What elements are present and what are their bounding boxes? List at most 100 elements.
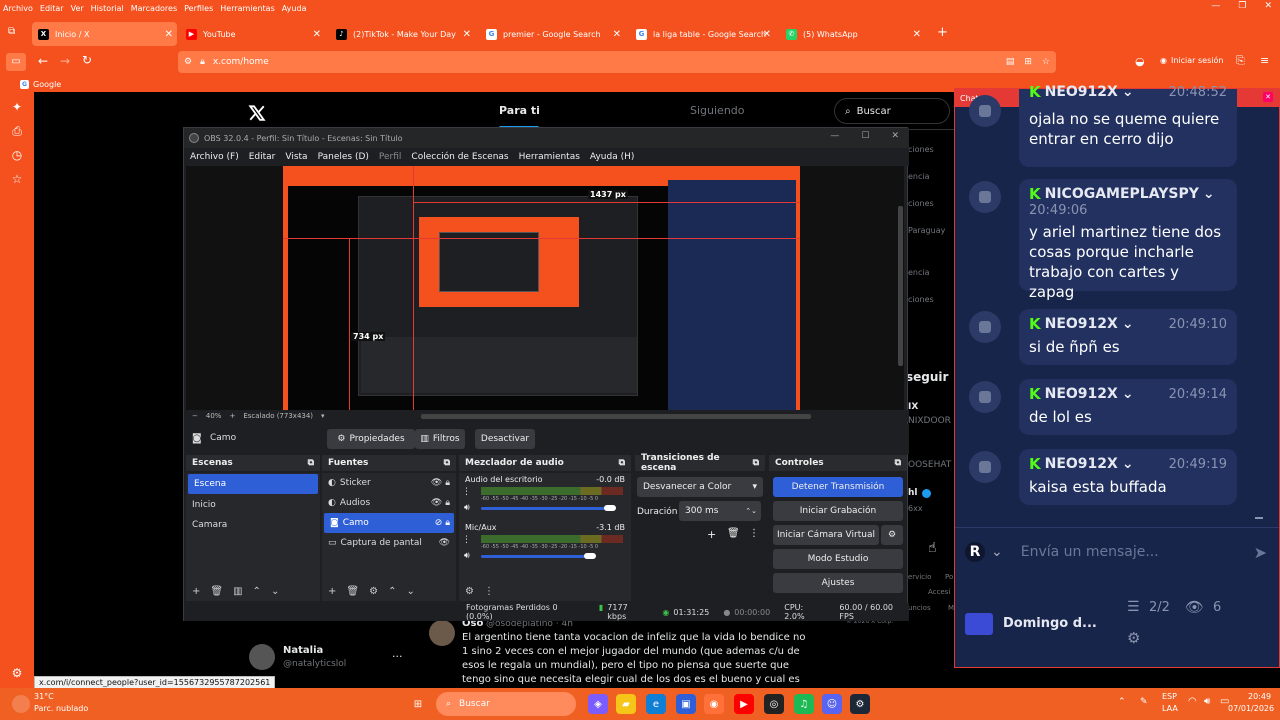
- search-box[interactable]: ⌕ Buscar: [834, 98, 950, 124]
- chevron-down-icon[interactable]: ⌄: [991, 544, 1003, 560]
- add-icon[interactable]: +: [192, 586, 200, 597]
- message-username[interactable]: NEO912X: [1045, 456, 1118, 472]
- history-icon[interactable]: ◷: [10, 148, 24, 162]
- filters-button[interactable]: ▥ Filtros: [415, 429, 465, 449]
- tab-tiktok[interactable]: ♪ (2)TikTok - Make Your Day ✕: [330, 22, 475, 46]
- footer-link[interactable]: ervicio: [908, 573, 931, 581]
- close-tab-icon[interactable]: ✕: [165, 29, 173, 40]
- start-virtual-camera-button[interactable]: Iniciar Cámara Virtual: [773, 525, 879, 545]
- obs-menu-editar[interactable]: Editar: [249, 152, 276, 162]
- close-window-icon[interactable]: ✕: [1264, 1, 1272, 11]
- chevron-down-icon[interactable]: ⌄: [1122, 456, 1134, 472]
- deactivate-button[interactable]: Desactivar: [475, 429, 535, 449]
- stepper-icon[interactable]: ⌃⌄: [745, 507, 757, 515]
- app-menu-icon[interactable]: ≡: [1260, 54, 1269, 67]
- reload-icon[interactable]: ↻: [82, 53, 92, 67]
- chevron-down-icon[interactable]: ⌄: [1122, 386, 1134, 402]
- minimize-icon[interactable]: —: [830, 131, 839, 141]
- send-icon[interactable]: ➤: [1254, 543, 1267, 562]
- bookmark-star-icon[interactable]: ☆: [1042, 57, 1050, 67]
- obs-menu-archivo[interactable]: Archivo (F): [190, 152, 239, 162]
- user-avatar[interactable]: [969, 381, 1001, 413]
- forward-icon[interactable]: →: [60, 54, 70, 68]
- firefox-icon[interactable]: ◉: [704, 694, 724, 714]
- more-icon[interactable]: ⋮: [749, 528, 759, 539]
- chevron-down-icon[interactable]: ⌄: [1122, 316, 1134, 332]
- chat-identity-avatar[interactable]: R: [965, 542, 985, 562]
- dock-undock-icon[interactable]: ⧉: [444, 458, 450, 468]
- gear-icon[interactable]: ⚙: [369, 586, 378, 597]
- dock-undock-icon[interactable]: ⧉: [753, 458, 759, 468]
- store-icon[interactable]: ▣: [676, 694, 696, 714]
- trash-icon[interactable]: 🗑︎: [210, 586, 223, 597]
- trash-icon[interactable]: 🗑︎: [346, 586, 359, 597]
- show-hidden-icons[interactable]: ⌃: [1118, 697, 1126, 707]
- customize-sidebar-icon[interactable]: ⚙: [10, 666, 24, 680]
- close-icon[interactable]: ✕: [1263, 92, 1273, 102]
- settings-button[interactable]: Ajustes: [773, 573, 903, 593]
- source-item[interactable]: ◐ Audios 👁︎ 🔒︎: [322, 493, 456, 513]
- spotify-icon[interactable]: ♫: [794, 694, 814, 714]
- chevron-down-icon[interactable]: ⌄: [406, 586, 414, 597]
- dock-undock-icon[interactable]: ⧉: [895, 458, 901, 468]
- post-avatar[interactable]: [429, 620, 455, 646]
- source-item[interactable]: ◙ Camo ⊘ 🔒︎: [324, 513, 454, 533]
- user-avatar[interactable]: [969, 181, 1001, 213]
- chevron-down-icon[interactable]: ⌄: [1122, 84, 1134, 100]
- tab-youtube[interactable]: ▶ YouTube ✕: [180, 22, 325, 46]
- obs-preview-canvas[interactable]: 1437 px 734 px: [186, 166, 904, 410]
- account-avatar[interactable]: [249, 644, 275, 670]
- dock-undock-icon[interactable]: ⧉: [619, 458, 625, 468]
- language-indicator[interactable]: ESP: [1162, 692, 1177, 701]
- weather-temp[interactable]: 31°C: [34, 692, 54, 701]
- footer-link[interactable]: uncios: [908, 604, 931, 612]
- studio-mode-button[interactable]: Modo Estudio: [773, 549, 903, 569]
- volume-slider-knob[interactable]: [604, 505, 616, 511]
- menu-editar[interactable]: Editar: [40, 4, 64, 13]
- obs-menu-escenas[interactable]: Colección de Escenas: [411, 152, 508, 162]
- chat-input[interactable]: Envía un mensaje...: [1021, 544, 1159, 560]
- clock-date[interactable]: 07/01/2026: [1228, 704, 1274, 713]
- filter-icon[interactable]: ▥: [233, 586, 242, 597]
- dock-undock-icon[interactable]: ⧉: [308, 458, 314, 468]
- footer-link[interactable]: Po: [945, 573, 953, 581]
- preview-scrollbar-horizontal[interactable]: [420, 413, 811, 419]
- eye-icon[interactable]: 👁︎ 🔒︎: [431, 498, 450, 508]
- clock-time[interactable]: 20:49: [1248, 692, 1271, 701]
- screenshot-icon[interactable]: ⊞: [1024, 57, 1032, 67]
- obs-menu-paneles[interactable]: Paneles (D): [318, 152, 369, 162]
- volume-slider-knob[interactable]: [584, 553, 596, 559]
- close-tab-icon[interactable]: ✕: [913, 29, 921, 40]
- copilot-icon[interactable]: ◈: [588, 694, 608, 714]
- chevron-up-icon[interactable]: ⌃: [388, 586, 396, 597]
- sidebar-toggle-icon[interactable]: ▭: [6, 53, 26, 71]
- volume-slider[interactable]: [481, 507, 610, 510]
- maximize-icon[interactable]: ❐: [1238, 1, 1246, 11]
- pocket-icon[interactable]: ◒: [1135, 55, 1145, 68]
- pen-icon[interactable]: ✎: [1140, 697, 1148, 707]
- close-tab-icon[interactable]: ✕: [613, 29, 621, 40]
- tab-following[interactable]: Siguiendo: [690, 104, 745, 117]
- wifi-icon[interactable]: ◠: [1188, 696, 1197, 707]
- close-window-icon[interactable]: ✕: [891, 131, 899, 141]
- transition-select[interactable]: Desvanecer a Color ▾: [637, 477, 763, 497]
- scene-item[interactable]: Escena: [188, 474, 318, 494]
- maximize-icon[interactable]: ☐: [861, 131, 869, 141]
- volume-icon[interactable]: 🔊︎: [1204, 696, 1210, 707]
- zoom-in-button[interactable]: +: [229, 412, 235, 420]
- message-username[interactable]: NEO912X: [1045, 84, 1118, 100]
- volume-slider[interactable]: [481, 555, 590, 558]
- user-avatar[interactable]: [969, 95, 1001, 127]
- ai-chat-icon[interactable]: ✦: [10, 100, 24, 114]
- edge-icon[interactable]: e: [646, 694, 666, 714]
- duration-spinbox[interactable]: 300 ms ⌃⌄: [679, 501, 761, 521]
- minimize-icon[interactable]: —: [1211, 1, 1220, 11]
- tab-google-premier[interactable]: G premier - Google Search ✕: [480, 22, 625, 46]
- menu-perfiles[interactable]: Perfiles: [184, 4, 213, 13]
- obs-menu-ayuda[interactable]: Ayuda (H): [590, 152, 634, 162]
- stop-streaming-button[interactable]: Detener Transmisión: [773, 477, 903, 497]
- trash-icon[interactable]: 🗑︎: [727, 528, 740, 539]
- eye-hidden-icon[interactable]: ⊘ 🔒︎: [435, 518, 450, 528]
- menu-archivo[interactable]: Archivo: [3, 4, 33, 13]
- youtube-app-icon[interactable]: ▶: [734, 694, 754, 714]
